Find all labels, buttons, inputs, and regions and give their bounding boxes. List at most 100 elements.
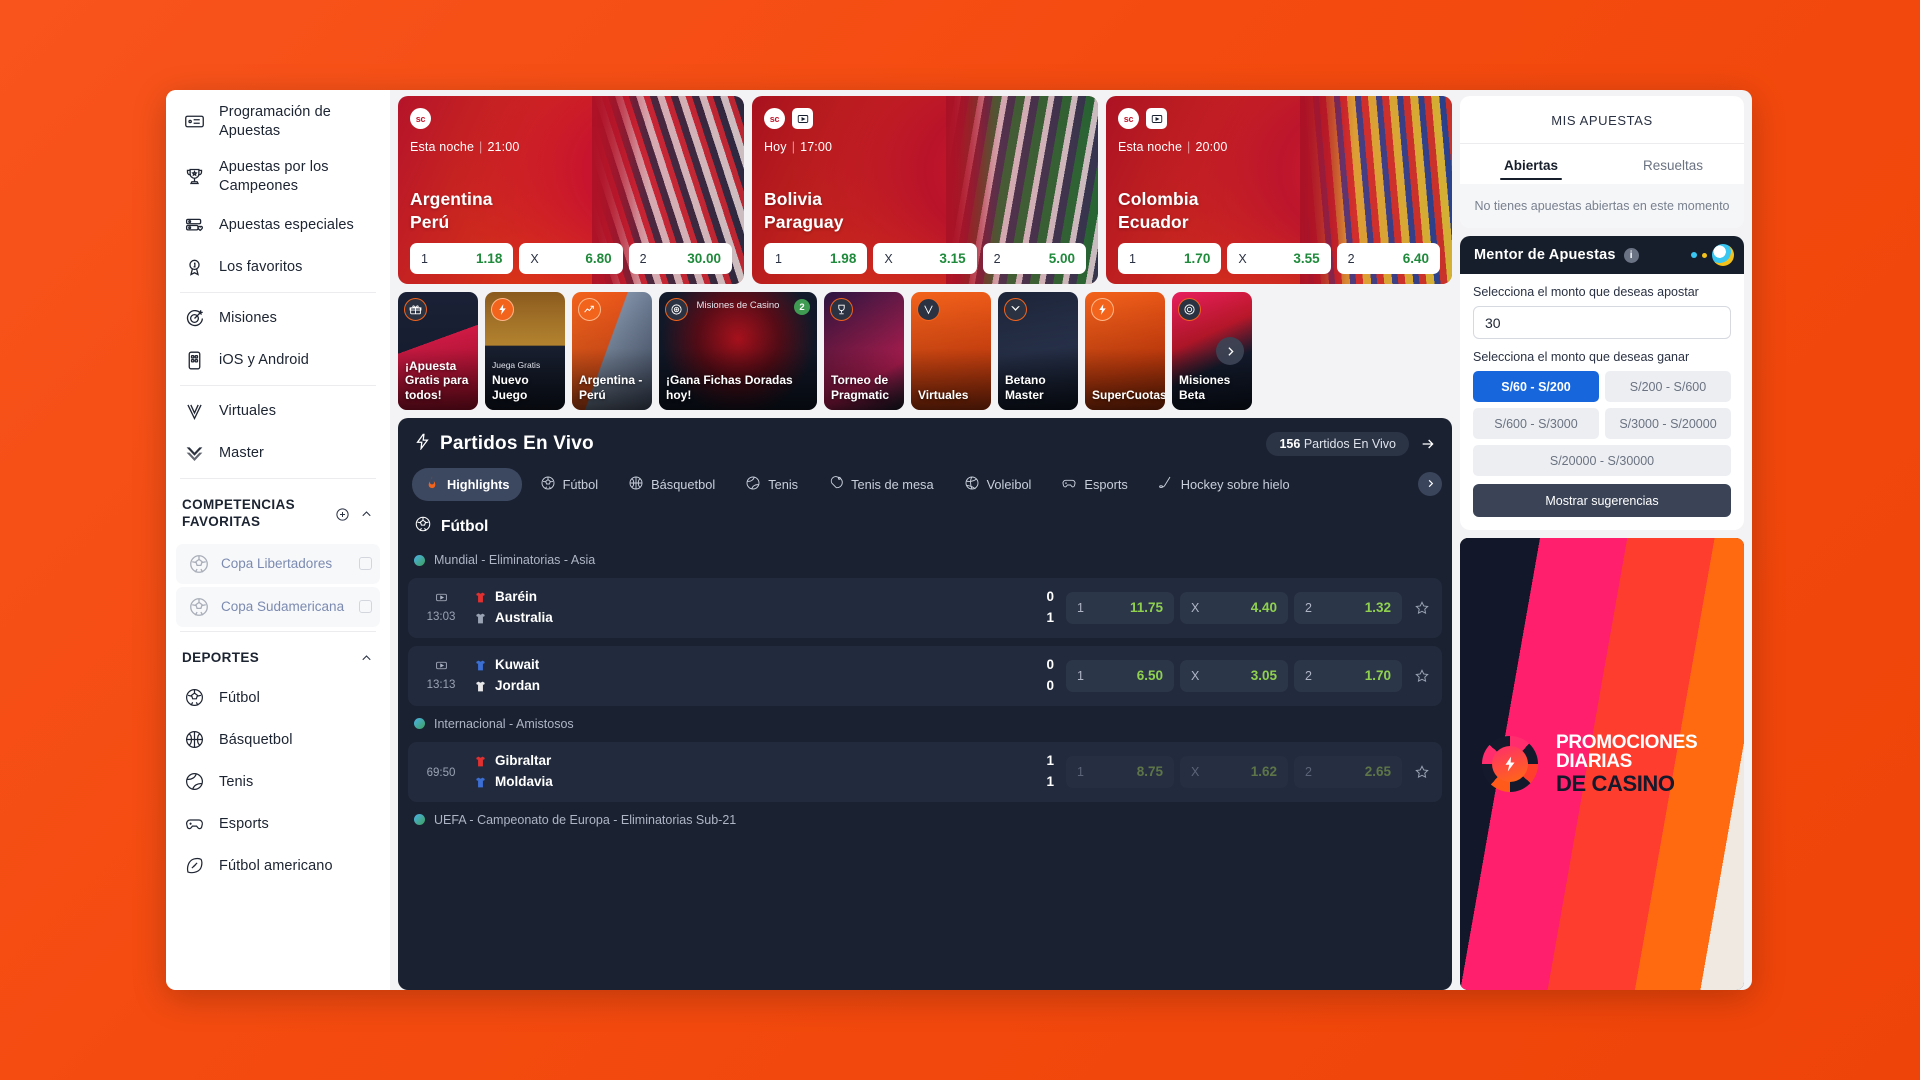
odd-button-x[interactable]: X 1.62 xyxy=(1180,755,1288,788)
collapse-sports-icon[interactable] xyxy=(359,651,374,666)
my-bets-empty-message: No tienes apuestas abiertas en este mome… xyxy=(1460,184,1744,228)
range-option-4[interactable]: S/3000 - S/20000 xyxy=(1605,408,1731,439)
odd-value: 3.15 xyxy=(939,251,966,266)
live-count-pill[interactable]: 156 Partidos En Vivo xyxy=(1266,432,1409,456)
sidebar-item-virtuales[interactable]: Virtuales xyxy=(166,390,390,432)
odd-button-2[interactable]: 2 1.70 xyxy=(1294,659,1402,692)
tab-voleibol[interactable]: Voleibol xyxy=(952,468,1044,501)
tab-tenis[interactable]: Tenis xyxy=(733,468,810,501)
favorite-competition-sudamericana[interactable]: Copa Sudamericana xyxy=(176,586,380,627)
range-option-2[interactable]: S/200 - S/600 xyxy=(1605,371,1731,402)
odds-row: 1 1.98 X 3.15 2 5.00 xyxy=(764,243,1086,274)
featured-match-card[interactable]: sc Esta noche | 20:00 Colombia Ecuador 1 1… xyxy=(1106,96,1452,284)
range-option-5[interactable]: S/20000 - S/30000 xyxy=(1473,445,1731,476)
tab-abiertas[interactable]: Abiertas xyxy=(1460,144,1602,184)
live-panel-header: Partidos En Vivo 156 Partidos En Vivo xyxy=(398,432,1452,456)
odd-button-2[interactable]: 2 1.32 xyxy=(1294,591,1402,624)
promo-tile[interactable]: Torneo de Pragmatic xyxy=(824,292,904,410)
odd-button-2[interactable]: 2 2.65 xyxy=(1294,755,1402,788)
casino-promo-banner[interactable]: PROMOCIONES DIARIAS DE CASINO xyxy=(1460,538,1744,990)
range-option-1[interactable]: S/60 - S/200 xyxy=(1473,371,1599,402)
live-stream-icon[interactable] xyxy=(418,659,464,672)
sidebar-item-programacion[interactable]: Programación de Apuestas xyxy=(166,94,390,149)
tab-tenis-de-mesa[interactable]: Tenis de mesa xyxy=(816,468,946,501)
league-header[interactable]: Internacional - Amistosos xyxy=(398,710,1452,738)
promo-tile[interactable]: Misiones Beta xyxy=(1172,292,1252,410)
add-favorite-icon[interactable] xyxy=(335,507,350,522)
featured-match-card[interactable]: sc Hoy | 17:00 Bolivia Paraguay 1 1.98 X… xyxy=(752,96,1098,284)
tab-resueltas[interactable]: Resueltas xyxy=(1602,144,1744,184)
odds-row: 1 6.50 X 3.05 2 1.70 xyxy=(1066,659,1402,692)
promo-tile[interactable]: SuperCuotas xyxy=(1085,292,1165,410)
sport-tabs-next-icon[interactable] xyxy=(1418,471,1442,496)
odd-button-1[interactable]: 1 6.50 xyxy=(1066,659,1174,692)
sidebar-item-campeones[interactable]: Apuestas por los Campeones xyxy=(166,149,390,204)
live-stream-icon[interactable] xyxy=(792,108,813,129)
tab-label: Voleibol xyxy=(986,477,1032,492)
sidebar-item-label: Virtuales xyxy=(219,402,277,419)
promo-tile[interactable]: Virtuales xyxy=(911,292,991,410)
favorite-checkbox[interactable] xyxy=(359,557,372,571)
odd-button-2[interactable]: 2 30.00 xyxy=(628,243,732,274)
odd-button-1[interactable]: 1 1.18 xyxy=(410,243,514,274)
away-team-name: Paraguay xyxy=(764,211,844,232)
sidebar-item-futbol-americano[interactable]: Fútbol americano xyxy=(166,845,390,887)
sidebar-item-tenis[interactable]: Tenis xyxy=(166,761,390,803)
favorite-checkbox[interactable] xyxy=(359,600,372,614)
live-stream-icon[interactable] xyxy=(418,591,464,604)
promo-tiles-next-icon[interactable] xyxy=(1216,337,1244,365)
sidebar-item-misiones[interactable]: Misiones xyxy=(166,297,390,339)
league-header[interactable]: Mundial - Eliminatorias - Asia xyxy=(398,546,1452,574)
odd-button-x[interactable]: X 3.55 xyxy=(1227,243,1331,274)
odd-button-2[interactable]: 2 6.40 xyxy=(1336,243,1440,274)
sports-section-header: DEPORTES xyxy=(166,636,390,677)
sidebar-item-master[interactable]: Master xyxy=(166,432,390,474)
league-header[interactable]: UEFA - Campeonato de Europa - Eliminator… xyxy=(398,806,1452,834)
odd-button-x[interactable]: X 3.05 xyxy=(1180,659,1288,692)
odd-button-x[interactable]: X 3.15 xyxy=(873,243,977,274)
sidebar-item-futbol[interactable]: Fútbol xyxy=(166,677,390,719)
tab-hockey-sobre-hielo[interactable]: Hockey sobre hielo xyxy=(1146,468,1302,501)
tab-basquetbol[interactable]: Básquetbol xyxy=(616,468,727,501)
football-icon xyxy=(188,596,210,618)
sidebar-item-ios-android[interactable]: iOS y Android xyxy=(166,339,390,381)
bet-mentor-body: Selecciona el monto que deseas apostar S… xyxy=(1460,274,1744,530)
promo-tile[interactable]: Juega Gratis Nuevo Juego xyxy=(485,292,565,410)
odd-value: 1.18 xyxy=(476,251,503,266)
collapse-favorites-icon[interactable] xyxy=(359,507,374,522)
favorite-star-icon[interactable] xyxy=(1414,764,1430,780)
live-stream-icon[interactable] xyxy=(1146,108,1167,129)
promo-tile[interactable]: ¡Apuesta Gratis para todos! xyxy=(398,292,478,410)
odd-button-x[interactable]: X 6.80 xyxy=(519,243,623,274)
sidebar-item-esports[interactable]: Esports xyxy=(166,803,390,845)
odd-button-1[interactable]: 1 1.70 xyxy=(1118,243,1222,274)
sidebar-item-especiales[interactable]: Apuestas especiales xyxy=(166,204,390,246)
odd-button-1[interactable]: 1 1.98 xyxy=(764,243,868,274)
table-row[interactable]: 13:13 Kuwait Jordan 0 0 1 6.50 X 3.05 2 … xyxy=(408,645,1442,706)
odd-key: 1 xyxy=(1077,668,1084,683)
odd-button-1[interactable]: 1 11.75 xyxy=(1066,591,1174,624)
tab-highlights[interactable]: Highlights xyxy=(412,468,522,501)
live-see-all-icon[interactable] xyxy=(1420,436,1436,452)
favorite-star-icon[interactable] xyxy=(1414,668,1430,684)
favorite-star-icon[interactable] xyxy=(1414,600,1430,616)
sidebar-item-basquetbol[interactable]: Básquetbol xyxy=(166,719,390,761)
sidebar-item-favoritos[interactable]: Los favoritos xyxy=(166,246,390,288)
tab-esports[interactable]: Esports xyxy=(1049,468,1139,501)
promo-tile[interactable]: Argentina - Perú xyxy=(572,292,652,410)
featured-match-card[interactable]: sc Esta noche | 21:00 Argentina Perú 1 1.1… xyxy=(398,96,744,284)
promo-tile[interactable]: Betano Master xyxy=(998,292,1078,410)
table-row[interactable]: 69:50 Gibraltar Moldavia 1 1 1 8.75 X 1.… xyxy=(408,741,1442,802)
show-suggestions-button[interactable]: Mostrar sugerencias xyxy=(1473,484,1731,517)
promo-tile[interactable]: Misiones de Casino 2 ¡Gana Fichas Dorada… xyxy=(659,292,817,410)
table-row[interactable]: 13:03 Baréin Australia 0 1 1 11.75 X 4.4… xyxy=(408,578,1442,638)
range-option-3[interactable]: S/600 - S/3000 xyxy=(1473,408,1599,439)
globe-icon xyxy=(414,814,425,826)
stake-input[interactable] xyxy=(1473,306,1731,339)
odd-button-x[interactable]: X 4.40 xyxy=(1180,591,1288,624)
info-icon[interactable]: i xyxy=(1623,247,1639,263)
odd-button-1[interactable]: 1 8.75 xyxy=(1066,755,1174,788)
favorite-competition-libertadores[interactable]: Copa Libertadores xyxy=(176,543,380,584)
odd-button-2[interactable]: 2 5.00 xyxy=(982,243,1086,274)
tab-futbol[interactable]: Fútbol xyxy=(528,468,611,501)
